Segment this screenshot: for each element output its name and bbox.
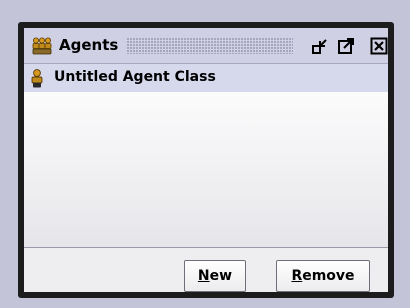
title-bar[interactable]: Agents	[24, 28, 388, 64]
maximize-button[interactable]	[336, 36, 356, 56]
remove-button-mnemonic: R	[291, 268, 303, 284]
remove-button[interactable]: Remove	[276, 260, 370, 292]
agent-list[interactable]: Untitled Agent Class	[24, 64, 388, 248]
iconify-button[interactable]	[310, 36, 330, 56]
new-button[interactable]: New	[184, 260, 246, 292]
title-bar-grip	[127, 38, 293, 54]
new-button-label: ew	[209, 268, 233, 284]
internal-frame-agents[interactable]: Agents Untitled Agent Class New Remove	[18, 22, 394, 298]
maximize-icon	[336, 36, 356, 56]
list-item-untitled-agent-class[interactable]: Untitled Agent Class	[24, 64, 388, 92]
frame-content: Agents Untitled Agent Class New Remove	[24, 28, 388, 292]
list-item-label: Untitled Agent Class	[54, 69, 216, 85]
agent-icon	[30, 69, 44, 88]
close-button[interactable]	[369, 36, 389, 56]
agents-group-icon	[31, 37, 53, 55]
window-title: Agents	[59, 36, 119, 54]
close-icon	[369, 36, 389, 56]
remove-button-label: emove	[302, 268, 355, 284]
iconify-icon	[310, 36, 330, 56]
new-button-mnemonic: N	[197, 268, 210, 284]
button-bar: New Remove	[24, 248, 388, 292]
